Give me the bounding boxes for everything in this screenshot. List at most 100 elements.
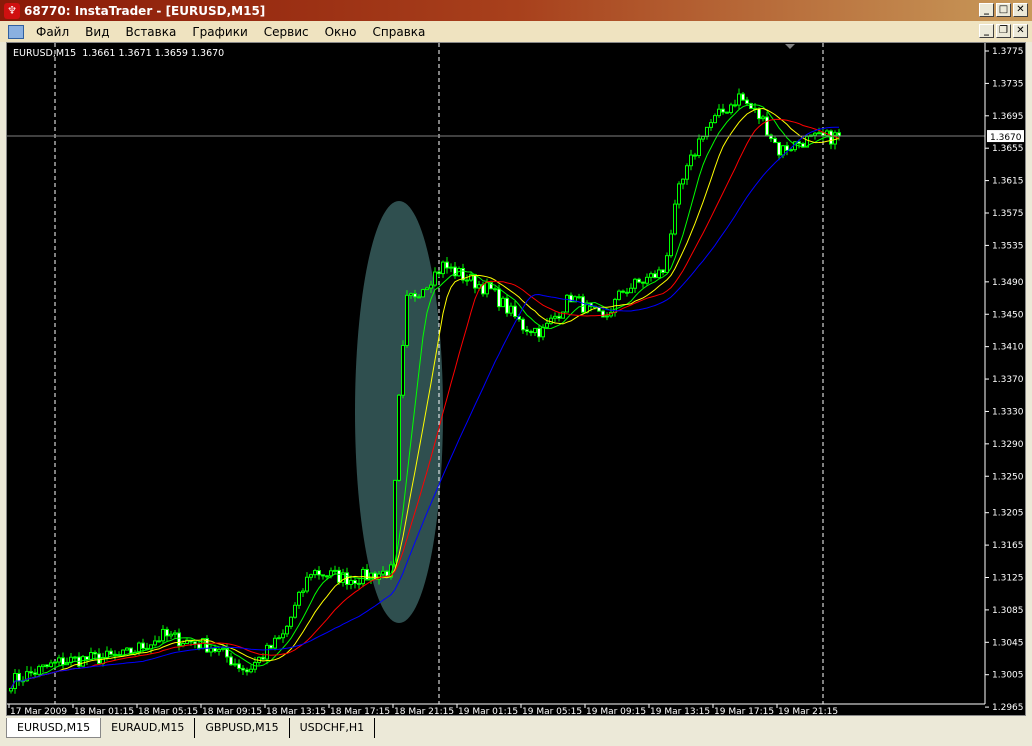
close-button[interactable]: ✕ — [1013, 3, 1028, 17]
candle-body — [425, 287, 429, 291]
menu-help[interactable]: Справка — [365, 25, 434, 39]
candle-body — [729, 104, 733, 114]
candle-body — [429, 284, 433, 289]
candle-body — [773, 138, 777, 144]
menu-window[interactable]: Окно — [317, 25, 365, 39]
candle-body — [761, 116, 765, 120]
candle-body — [777, 142, 781, 156]
y-tick-label: 1.3330 — [992, 407, 1024, 417]
candle-body — [717, 108, 721, 117]
candle-body — [273, 637, 277, 649]
chart-canvas: 1.3775 1.3735 1.3695 1.3655 1.3615 1.3575 1.35… — [7, 43, 1024, 715]
candle-body — [329, 570, 333, 577]
candle-body — [545, 322, 549, 328]
candle-body — [765, 116, 769, 136]
tab-gbpusd-m15[interactable]: GBPUSD,M15 — [195, 718, 290, 738]
candle-body — [61, 657, 65, 666]
menu-bar: Файл Вид Вставка Графики Сервис Окно Спр… — [0, 21, 1032, 42]
candle-body — [745, 99, 749, 105]
x-tick-label: 19 Mar 05:15 — [522, 707, 582, 715]
child-minimize-button[interactable]: _ — [979, 24, 994, 38]
candle-body — [553, 315, 557, 319]
menu-charts[interactable]: Графики — [184, 25, 255, 39]
tab-euraud-m15[interactable]: EURAUD,M15 — [101, 718, 196, 738]
candle-body — [449, 266, 453, 269]
menu-insert[interactable]: Вставка — [117, 25, 184, 39]
candle-body — [85, 656, 89, 660]
candle-body — [357, 582, 361, 585]
y-tick-label: 1.3125 — [992, 574, 1024, 584]
x-tick-label: 17 Mar 2009 — [10, 707, 67, 715]
candle-body — [269, 644, 273, 649]
candle-body — [249, 668, 253, 673]
candle-body — [493, 288, 497, 291]
x-tick-label: 18 Mar 13:15 — [266, 707, 326, 715]
candle-body — [721, 108, 725, 113]
candle-body — [197, 643, 201, 649]
candle-body — [797, 141, 801, 145]
candle-body — [413, 293, 417, 298]
candle-body — [697, 138, 701, 157]
y-tick-label: 1.2965 — [992, 703, 1024, 713]
candle-body — [441, 261, 445, 275]
candle-body — [701, 136, 705, 140]
candle-body — [409, 293, 413, 296]
x-tick-label: 18 Mar 05:15 — [138, 707, 198, 715]
candle-body — [685, 165, 689, 180]
candle-body — [689, 154, 693, 167]
y-tick-label: 1.3370 — [992, 375, 1024, 385]
child-close-button[interactable]: ✕ — [1013, 24, 1028, 38]
current-price-label: 1.3670 — [990, 133, 1022, 143]
candle-body — [661, 269, 665, 273]
candle-body — [657, 269, 661, 279]
candle-body — [749, 103, 753, 109]
candle-body — [433, 271, 437, 286]
candle-body — [381, 570, 385, 575]
child-restore-button[interactable]: ❐ — [996, 24, 1011, 38]
candle-body — [105, 650, 109, 658]
x-tick-label: 19 Mar 01:15 — [458, 707, 518, 715]
x-tick-label: 18 Mar 09:15 — [202, 707, 262, 715]
x-tick-label: 18 Mar 01:15 — [74, 707, 134, 715]
chart-window-icon[interactable] — [8, 24, 24, 39]
candle-body — [445, 261, 449, 269]
candle-body — [653, 273, 657, 279]
candle-body — [277, 637, 281, 640]
y-tick-label: 1.3250 — [992, 472, 1024, 482]
tab-usdchf-h1[interactable]: USDCHF,H1 — [290, 718, 376, 738]
candle-body — [113, 653, 117, 656]
menu-view[interactable]: Вид — [77, 25, 117, 39]
title-bar: ♆ 68770: InstaTrader - [EURUSD,M15] _ □ … — [0, 0, 1032, 21]
candle-body — [525, 329, 529, 332]
candle-body — [665, 255, 669, 273]
candle-body — [473, 274, 477, 289]
chart-ohlc-header: EURUSD,M15 1.3661 1.3671 1.3659 1.3670 — [13, 48, 225, 59]
candle-body — [241, 667, 245, 671]
y-tick-label: 1.3775 — [992, 47, 1024, 57]
candle-body — [237, 663, 241, 669]
candle-body — [541, 326, 545, 338]
candle-body — [81, 656, 85, 667]
y-tick-label: 1.3655 — [992, 144, 1024, 154]
tab-eurusd-m15[interactable]: EURUSD,M15 — [6, 718, 102, 738]
candle-body — [625, 291, 629, 294]
candle-body — [405, 294, 409, 346]
candle-body — [437, 271, 441, 275]
y-tick-label: 1.3290 — [992, 440, 1024, 450]
candle-body — [681, 178, 685, 185]
candle-body — [649, 273, 653, 278]
menu-tools[interactable]: Сервис — [256, 25, 317, 39]
candle-body — [485, 282, 489, 295]
menu-file[interactable]: Файл — [28, 25, 77, 39]
candle-body — [509, 305, 513, 314]
y-tick-label: 1.3735 — [992, 79, 1024, 89]
candle-body — [297, 591, 301, 606]
candle-body — [89, 652, 93, 660]
maximize-button[interactable]: □ — [996, 3, 1011, 17]
candle-body — [313, 570, 317, 576]
candle-body — [785, 145, 789, 151]
candle-body — [165, 628, 169, 637]
candle-body — [109, 650, 113, 655]
minimize-button[interactable]: _ — [979, 3, 994, 17]
price-chart[interactable]: 1.3775 1.3735 1.3695 1.3655 1.3615 1.3575 1.35… — [6, 42, 1026, 716]
